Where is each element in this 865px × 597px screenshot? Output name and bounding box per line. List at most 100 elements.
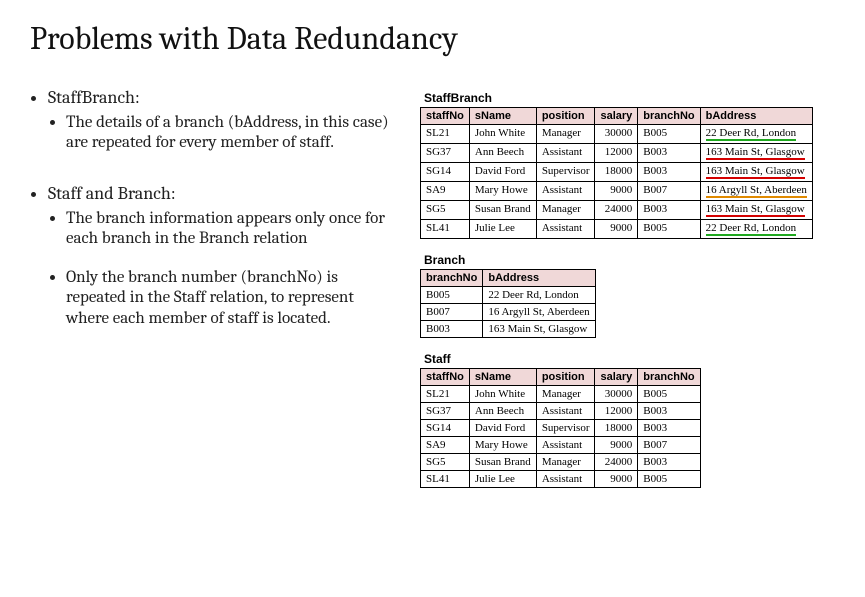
cell-branchno: B003 [638, 144, 700, 163]
cell-branchno: B003 [421, 321, 483, 338]
cell-salary: 30000 [595, 125, 638, 144]
table-row: SG14David FordSupervisor18000B003 [421, 420, 701, 437]
cell-branchno: B007 [638, 437, 700, 454]
bullet-list: StaffBranch: The details of a branch (bA… [30, 87, 400, 502]
cell-position: Supervisor [536, 420, 595, 437]
cell-sname: Mary Howe [469, 182, 536, 201]
table-row: SG37Ann BeechAssistant12000B003 [421, 403, 701, 420]
bullet-2: Staff and Branch: [48, 183, 176, 204]
cell-staffno: SL21 [421, 125, 470, 144]
staff-table: staffNosNamepositionsalarybranchNoSL21Jo… [420, 368, 701, 488]
cell-branchno: B005 [638, 125, 700, 144]
cell-staffno: SG14 [421, 163, 470, 182]
cell-branchno: B007 [638, 182, 700, 201]
cell-position: Assistant [536, 471, 595, 488]
cell-sname: Ann Beech [469, 403, 536, 420]
table-row: B003163 Main St, Glasgow [421, 321, 596, 338]
bullet-1: StaffBranch: [48, 87, 140, 108]
table-row: SA9Mary HoweAssistant9000B00716 Argyll S… [421, 182, 813, 201]
cell-staffno: SA9 [421, 437, 470, 454]
table-row: SA9Mary HoweAssistant9000B007 [421, 437, 701, 454]
table-row: SL21John WhiteManager30000B005 [421, 386, 701, 403]
col-salary: salary [595, 108, 638, 125]
cell-salary: 30000 [595, 386, 638, 403]
col-position: position [536, 369, 595, 386]
cell-baddress: 22 Deer Rd, London [483, 287, 595, 304]
cell-position: Assistant [536, 437, 595, 454]
cell-position: Assistant [536, 403, 595, 420]
cell-branchno: B005 [421, 287, 483, 304]
cell-salary: 9000 [595, 437, 638, 454]
col-branchno: branchNo [638, 369, 700, 386]
cell-branchno: B003 [638, 420, 700, 437]
table-row: SL21John WhiteManager30000B00522 Deer Rd… [421, 125, 813, 144]
cell-staffno: SL21 [421, 386, 470, 403]
cell-staffno: SG37 [421, 144, 470, 163]
cell-sname: David Ford [469, 163, 536, 182]
bullet-2-2: Only the branch number (branchNo) is rep… [66, 268, 400, 329]
cell-baddress: 163 Main St, Glasgow [700, 144, 812, 163]
branch-table: branchNobAddressB00522 Deer Rd, LondonB0… [420, 269, 596, 338]
cell-branchno: B005 [638, 220, 700, 239]
cell-baddress: 16 Argyll St, Aberdeen [700, 182, 812, 201]
cell-salary: 24000 [595, 201, 638, 220]
table-row: SG5Susan BrandManager24000B003163 Main S… [421, 201, 813, 220]
col-staffno: staffNo [421, 369, 470, 386]
cell-staffno: SL41 [421, 471, 470, 488]
bullet-2-1: The branch information appears only once… [66, 209, 400, 250]
cell-staffno: SG5 [421, 201, 470, 220]
cell-salary: 18000 [595, 420, 638, 437]
cell-position: Assistant [536, 144, 595, 163]
table-row: SL41Julie LeeAssistant9000B005 [421, 471, 701, 488]
col-sname: sName [469, 108, 536, 125]
col-branchno: branchNo [638, 108, 700, 125]
cell-staffno: SG14 [421, 420, 470, 437]
cell-branchno: B005 [638, 471, 700, 488]
slide-title: Problems with Data Redundancy [30, 20, 835, 57]
cell-position: Assistant [536, 182, 595, 201]
cell-position: Assistant [536, 220, 595, 239]
cell-position: Manager [536, 386, 595, 403]
cell-baddress: 16 Argyll St, Aberdeen [483, 304, 595, 321]
cell-sname: Susan Brand [469, 201, 536, 220]
cell-baddress: 163 Main St, Glasgow [483, 321, 595, 338]
cell-branchno: B003 [638, 403, 700, 420]
col-position: position [536, 108, 595, 125]
cell-branchno: B003 [638, 454, 700, 471]
cell-baddress: 163 Main St, Glasgow [700, 163, 812, 182]
cell-staffno: SA9 [421, 182, 470, 201]
cell-position: Manager [536, 201, 595, 220]
cell-position: Supervisor [536, 163, 595, 182]
cell-sname: Susan Brand [469, 454, 536, 471]
cell-sname: Ann Beech [469, 144, 536, 163]
cell-branchno: B003 [638, 201, 700, 220]
staffbranch-table: staffNosNamepositionsalarybranchNobAddre… [420, 107, 813, 239]
cell-sname: Julie Lee [469, 220, 536, 239]
cell-staffno: SG5 [421, 454, 470, 471]
cell-sname: Mary Howe [469, 437, 536, 454]
col-staffno: staffNo [421, 108, 470, 125]
cell-baddress: 22 Deer Rd, London [700, 125, 812, 144]
cell-salary: 18000 [595, 163, 638, 182]
cell-salary: 24000 [595, 454, 638, 471]
col-branchno: branchNo [421, 270, 483, 287]
cell-salary: 12000 [595, 403, 638, 420]
col-salary: salary [595, 369, 638, 386]
table-row: B00522 Deer Rd, London [421, 287, 596, 304]
cell-staffno: SL41 [421, 220, 470, 239]
cell-baddress: 163 Main St, Glasgow [700, 201, 812, 220]
cell-baddress: 22 Deer Rd, London [700, 220, 812, 239]
staffbranch-title: StaffBranch [424, 91, 835, 105]
branch-title: Branch [424, 253, 835, 267]
staff-title: Staff [424, 352, 835, 366]
table-row: SL41Julie LeeAssistant9000B00522 Deer Rd… [421, 220, 813, 239]
cell-branchno: B005 [638, 386, 700, 403]
cell-staffno: SG37 [421, 403, 470, 420]
cell-sname: John White [469, 125, 536, 144]
col-baddress: bAddress [700, 108, 812, 125]
cell-salary: 9000 [595, 220, 638, 239]
table-row: SG5Susan BrandManager24000B003 [421, 454, 701, 471]
slide-body: StaffBranch: The details of a branch (bA… [30, 87, 835, 502]
cell-branchno: B007 [421, 304, 483, 321]
cell-sname: David Ford [469, 420, 536, 437]
